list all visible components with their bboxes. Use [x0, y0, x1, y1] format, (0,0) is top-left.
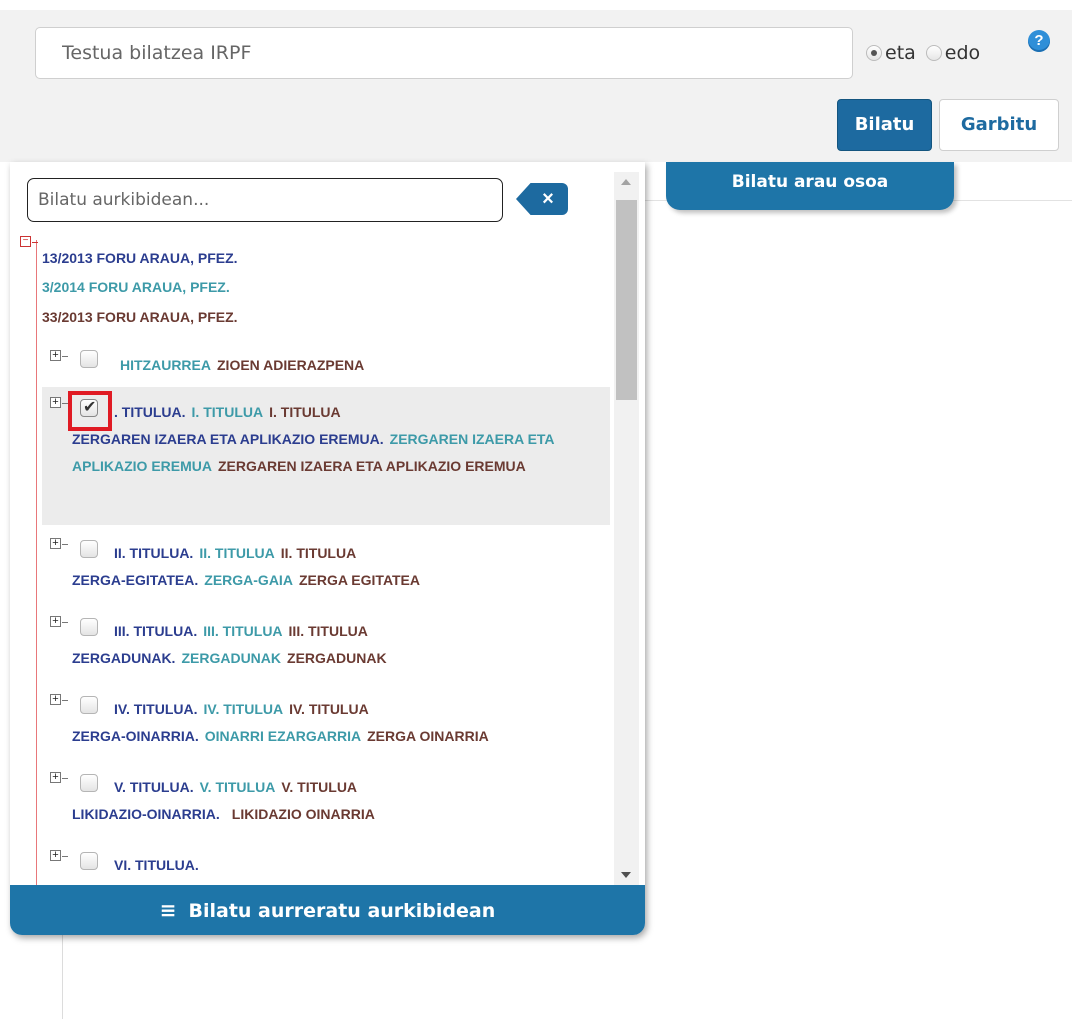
clear-index-search-icon[interactable]: × [516, 183, 568, 215]
help-icon[interactable]: ? [1028, 30, 1050, 52]
radio-edo[interactable] [925, 45, 942, 61]
label-part: LIKIDAZIO OINARRIA [231, 806, 375, 822]
label-part: LIKIDAZIO-OINARRIA. [72, 806, 220, 822]
top-strip [0, 0, 1072, 10]
label-part: III. TITULUA [203, 623, 283, 639]
tree-connector [62, 700, 68, 701]
index-panel: × − 13/2013 FORU ARAUA, PFEZ. 3/2014 FOR… [10, 162, 645, 935]
label-part: ZERGA-EGITATEA. [72, 572, 199, 588]
tree-connector-line [36, 240, 37, 885]
tree-connector [32, 242, 38, 243]
label-part: . TITULUA. [114, 404, 186, 420]
radio-edo-label[interactable]: edo [945, 42, 980, 64]
label-part: I. TITULUA [191, 404, 264, 420]
advanced-search-label: Bilatu aurreratu aurkibidean [188, 900, 496, 922]
label-part: V. TITULUA. [114, 779, 194, 795]
scroll-thumb[interactable] [616, 200, 637, 400]
tree-item-label: V. TITULUA. V. TITULUA V. TITULUA LIKIDAZI… [72, 774, 607, 828]
label-part: VI. TITULUA. [114, 857, 199, 873]
label-part: I. TITULUA [269, 404, 341, 420]
tree-connector [62, 778, 68, 779]
label-part: V. TITULUA [281, 779, 358, 795]
tree-item-label: VI. TITULUA. [72, 852, 607, 879]
label-part: ZERGADUNAK [181, 650, 282, 666]
tree-root-item[interactable]: 13/2013 FORU ARAUA, PFEZ. [42, 250, 238, 266]
advanced-index-search-button[interactable]: ≡ Bilatu aurreratu aurkibidean [10, 885, 645, 935]
tree-item[interactable]: + III. TITULUA. III. TITULUA III. TITULUA … [42, 606, 610, 684]
index-scrollbar[interactable] [614, 172, 639, 885]
tree-item[interactable]: + VI. TITULUA. [42, 840, 610, 885]
tree-item[interactable]: + V. TITULUA. V. TITULUA V. TITULUA LIKIDA… [42, 762, 610, 840]
scroll-up-arrow-icon[interactable] [621, 179, 631, 185]
label-part: IV. TITULUA [289, 701, 369, 717]
search-mode-radio-group: eta edo [866, 38, 990, 68]
tree-item-label: III. TITULUA. III. TITULUA III. TITULUA ZE… [72, 618, 607, 672]
tree-item-label: HITZAURREA ZIOEN ADIERAZPENA [72, 352, 607, 379]
label-part: HITZAURREA [120, 357, 211, 373]
label-part: II. TITULUA [280, 545, 357, 561]
tree-connector [62, 356, 68, 357]
label-part: ZERGA-GAIA [204, 572, 293, 588]
main-search-input[interactable] [35, 27, 853, 79]
label-part: V. TITULUA [199, 779, 276, 795]
label-part: ZERGA EGITATEA [298, 572, 421, 588]
label-part: OINARRI EZARGARRIA [204, 728, 362, 744]
expand-icon[interactable]: + [50, 397, 61, 408]
search-bar: eta edo ? Bilatu Garbitu [0, 10, 1072, 162]
tree-root-item[interactable]: 33/2013 FORU ARAUA, PFEZ. [42, 309, 238, 325]
index-search-input[interactable] [27, 178, 503, 222]
tree-item[interactable]: + IV. TITULUA. IV. TITULUA IV. TITULUA ZER… [42, 684, 610, 762]
radio-eta-label[interactable]: eta [885, 42, 916, 64]
expand-icon[interactable]: + [50, 694, 61, 705]
label-part: ZERGADUNAK. [72, 650, 176, 666]
index-tree: − 13/2013 FORU ARAUA, PFEZ. 3/2014 FORU … [10, 222, 610, 885]
label-part: ZIOEN ADIERAZPENA [217, 357, 365, 373]
tree-item[interactable]: + II. TITULUA. II. TITULUA II. TITULUA ZER… [42, 528, 610, 606]
collapse-icon[interactable]: − [20, 236, 31, 247]
expand-icon[interactable]: + [50, 616, 61, 627]
tree-item-label: IV. TITULUA. IV. TITULUA IV. TITULUA ZERGA… [72, 696, 607, 750]
expand-icon[interactable]: + [50, 350, 61, 361]
search-full-rule-tab[interactable]: Bilatu arau osoa [666, 162, 954, 210]
expand-icon[interactable]: + [50, 850, 61, 861]
label-part: II. TITULUA [199, 545, 275, 561]
label-part: IV. TITULUA [203, 701, 284, 717]
tree-item-selected[interactable]: + ✔ . TITULUA. I. TITULUA I. TITULUA ZERGA… [42, 387, 610, 525]
tree-connector [62, 544, 68, 545]
label-part: ZERGA-OINARRIA. [72, 728, 199, 744]
content-left-border [62, 930, 63, 1019]
label-part: ZERGA OINARRIA [367, 728, 489, 744]
radio-eta[interactable] [866, 45, 882, 61]
menu-icon: ≡ [159, 898, 177, 922]
tree-item[interactable]: + HITZAURREA ZIOEN ADIERAZPENA [42, 348, 610, 388]
expand-icon[interactable]: + [50, 538, 61, 549]
label-part: II. TITULUA. [114, 545, 194, 561]
label-part: IV. TITULUA. [114, 701, 198, 717]
tree-root-item[interactable]: 3/2014 FORU ARAUA, PFEZ. [42, 279, 230, 295]
label-part: III. TITULUA [288, 623, 368, 639]
search-button[interactable]: Bilatu [837, 99, 932, 151]
label-part: ZERGAREN IZAERA ETA APLIKAZIO EREMUA. [72, 431, 384, 447]
tree-item-label: II. TITULUA. II. TITULUA II. TITULUA ZERGA… [72, 540, 607, 594]
scroll-down-arrow-icon[interactable] [621, 872, 631, 878]
label-part: ZERGADUNAK [287, 650, 387, 666]
tree-connector [62, 622, 68, 623]
label-part: III. TITULUA. [114, 623, 198, 639]
label-part: ZERGAREN IZAERA ETA APLIKAZIO EREMUA [218, 458, 526, 474]
clear-button[interactable]: Garbitu [939, 99, 1059, 151]
tree-connector [62, 856, 68, 857]
tree-item-label: . TITULUA. I. TITULUA I. TITULUA ZERGAREN … [72, 399, 607, 480]
expand-icon[interactable]: + [50, 772, 61, 783]
